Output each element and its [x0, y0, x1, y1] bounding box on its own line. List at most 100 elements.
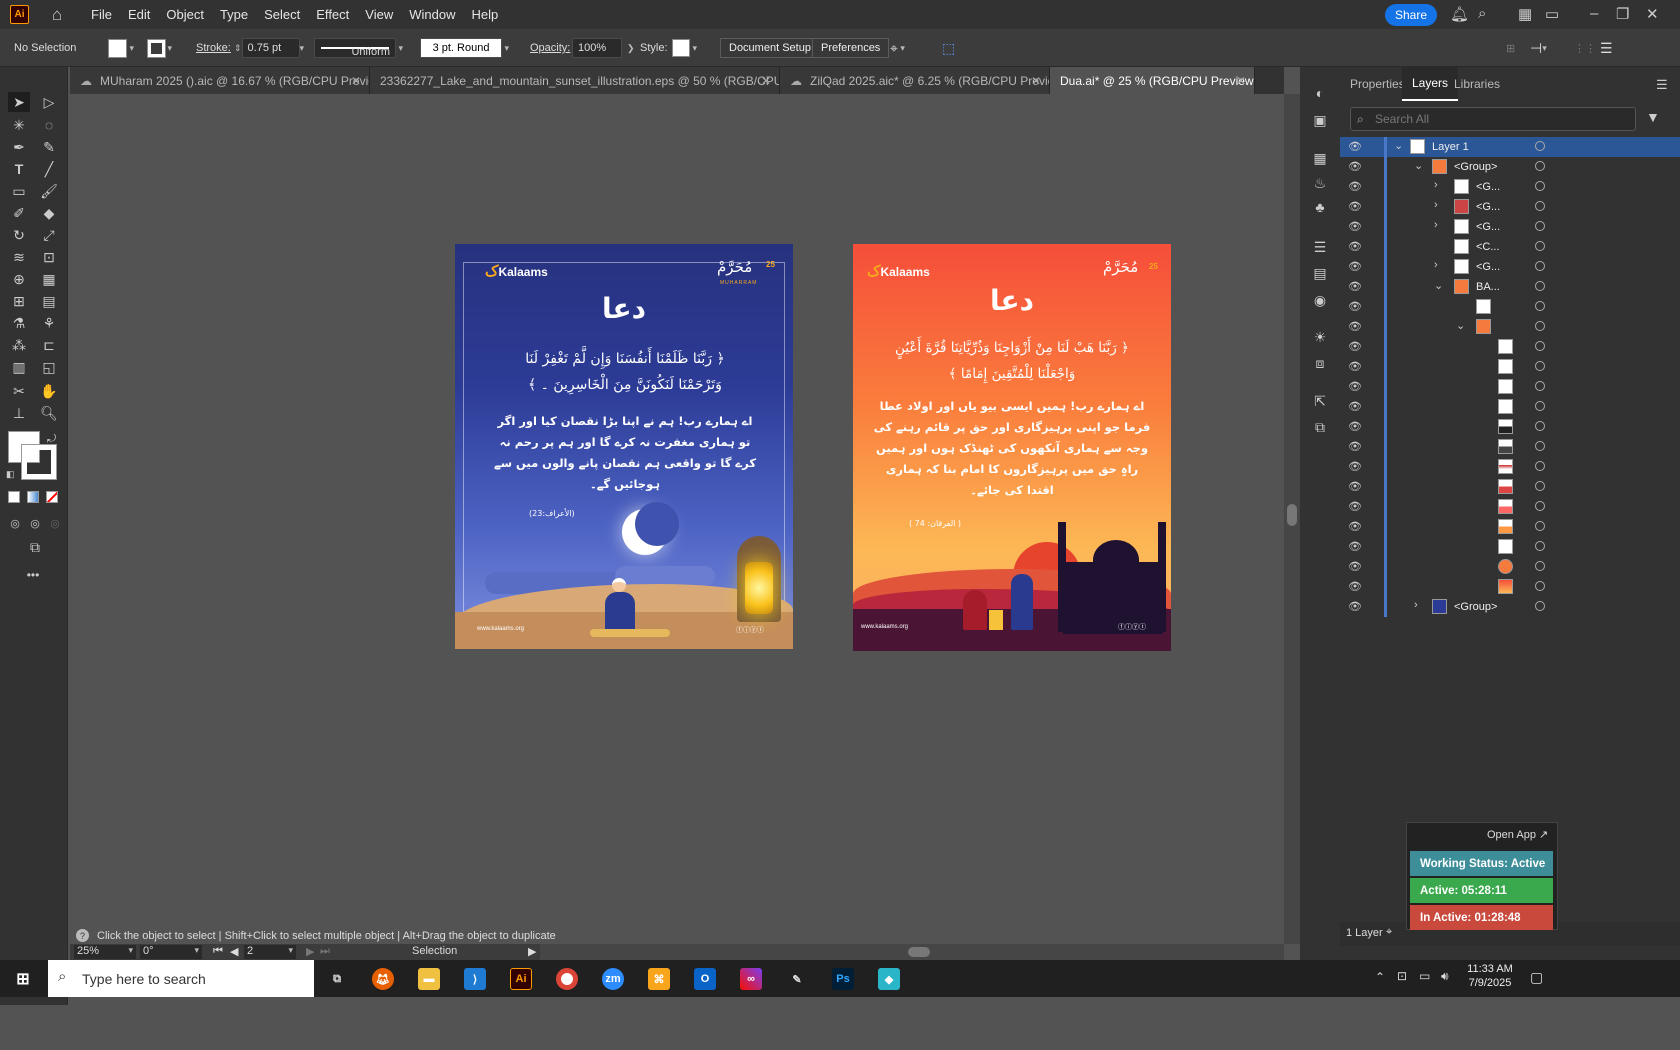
tab-lake-sunset[interactable]: 23362277_Lake_and_mountain_sunset_illust…: [370, 67, 780, 94]
chevron-right-icon[interactable]: ›: [1434, 259, 1438, 271]
symbols-panel-icon[interactable]: ♣: [1312, 199, 1328, 215]
visibility-icon[interactable]: 👁︎: [1348, 380, 1362, 393]
network-icon[interactable]: ▭: [1419, 969, 1430, 983]
layer-row-item[interactable]: 👁︎: [1340, 517, 1680, 537]
line-tool-icon[interactable]: ╱: [38, 159, 60, 179]
layer-row-item[interactable]: 👁︎ ⌄: [1340, 317, 1680, 337]
last-artboard-icon[interactable]: ⏭: [320, 945, 330, 958]
visibility-icon[interactable]: 👁︎: [1348, 420, 1362, 433]
swap-colors-icon[interactable]: ⤾: [47, 433, 56, 446]
type-tool-icon[interactable]: T: [8, 159, 30, 179]
visibility-icon[interactable]: 👁︎: [1348, 240, 1362, 253]
gradient-tool-icon[interactable]: ▤: [38, 291, 60, 311]
clock[interactable]: 11:33 AM 7/9/2025: [1464, 963, 1516, 989]
selection-tool-icon[interactable]: ➤: [8, 92, 30, 112]
opacity-field[interactable]: 100% ❯: [572, 38, 635, 58]
chevron-down-icon[interactable]: ⌄: [1456, 319, 1465, 332]
close-tab-icon[interactable]: ✕: [1236, 74, 1246, 88]
visibility-icon[interactable]: 👁︎: [1348, 480, 1362, 493]
visibility-icon[interactable]: 👁︎: [1348, 200, 1362, 213]
open-app-link[interactable]: Open App ↗: [1487, 828, 1548, 841]
free-transform-tool-icon[interactable]: ⊡: [38, 247, 60, 267]
target-icon[interactable]: [1535, 281, 1545, 291]
brush-definition[interactable]: 3 pt. Round ▾: [420, 38, 509, 58]
visibility-icon[interactable]: 👁︎: [1348, 300, 1362, 313]
menu-type[interactable]: Type: [212, 7, 256, 22]
pen-app-icon[interactable]: ✎: [786, 968, 808, 990]
visibility-icon[interactable]: 👁︎: [1348, 220, 1362, 233]
direct-selection-tool-icon[interactable]: ▷: [38, 92, 60, 112]
menu-effect[interactable]: Effect: [308, 7, 357, 22]
firefox-icon[interactable]: 🦊︎: [372, 968, 394, 990]
export-panel-icon[interactable]: ⇱: [1312, 393, 1328, 409]
scale-tool-icon[interactable]: ⤢: [38, 225, 60, 245]
layer-row-layer1[interactable]: 👁︎ ⌄ Layer 1: [1340, 137, 1680, 157]
status-menu-icon[interactable]: ▶: [528, 945, 536, 958]
visibility-icon[interactable]: 👁︎: [1348, 260, 1362, 273]
menu-object[interactable]: Object: [158, 7, 212, 22]
layer-row-item[interactable]: 👁︎: [1340, 337, 1680, 357]
taskbar-search-input[interactable]: ⌕ Type here to search: [48, 960, 314, 997]
app-icon[interactable]: ◆: [878, 968, 900, 990]
artboard-blue[interactable]: کKalaams مُحَرَّمْ 25 MUHARRAM دعا ﴿ رَب…: [455, 244, 793, 649]
artboard-orange[interactable]: کKalaams مُحَرَّمْ 25 دعا ﴿ رَبَّنَا هَب…: [853, 244, 1171, 651]
first-artboard-icon[interactable]: ⏮: [213, 945, 223, 958]
target-icon[interactable]: [1535, 361, 1545, 371]
windows-start-icon[interactable]: ⊞: [12, 968, 34, 990]
menu-window[interactable]: Window: [401, 7, 463, 22]
shaper-tool-icon[interactable]: ✐: [8, 203, 30, 223]
layer-row-item[interactable]: 👁︎: [1340, 377, 1680, 397]
align-icon[interactable]: ⊞: [1506, 38, 1515, 58]
layer-row-item[interactable]: 👁︎: [1340, 417, 1680, 437]
stroke-weight-field[interactable]: ⇕ 0.75 pt ▾: [234, 38, 304, 58]
rotation-field[interactable]: 0° ▾: [140, 945, 202, 959]
tray-chevron-icon[interactable]: ⌃: [1375, 970, 1385, 984]
chevron-right-icon[interactable]: ›: [1434, 199, 1438, 211]
target-icon[interactable]: [1535, 561, 1545, 571]
visibility-icon[interactable]: 👁︎: [1348, 320, 1362, 333]
menu-select[interactable]: Select: [256, 7, 308, 22]
stroke-swatch[interactable]: ▾: [147, 38, 172, 58]
target-icon[interactable]: [1535, 461, 1545, 471]
zoom-tool-icon[interactable]: 🔍︎: [38, 403, 60, 423]
eyedropper-tool-icon[interactable]: ⚗: [8, 313, 30, 333]
workspace-icon[interactable]: ▦: [1518, 5, 1532, 23]
document-setup-button[interactable]: Document Setup: [720, 38, 820, 58]
panel-menu-icon[interactable]: ☰: [1600, 38, 1613, 58]
horizontal-scrollbar[interactable]: [540, 944, 1284, 960]
distribute-icon[interactable]: ⊣ ▾: [1530, 38, 1547, 58]
perspective-grid-tool-icon[interactable]: ▦: [38, 269, 60, 289]
target-icon[interactable]: [1535, 601, 1545, 611]
default-colors-icon[interactable]: ◧: [6, 469, 15, 480]
layer-name[interactable]: <Group>: [1454, 601, 1497, 613]
screen-mode-icon[interactable]: ⧉: [24, 537, 46, 557]
creative-cloud-icon[interactable]: ∞: [740, 968, 762, 990]
layer-row-item[interactable]: 👁︎: [1340, 357, 1680, 377]
task-view-icon[interactable]: ⧉: [326, 968, 348, 990]
close-tab-icon[interactable]: ✕: [761, 74, 771, 88]
layer-row-sublayer[interactable]: 👁︎ › <G...: [1340, 177, 1680, 197]
close-icon[interactable]: ✕: [1646, 5, 1659, 23]
none-mode-icon[interactable]: [46, 491, 58, 503]
artboards-panel-icon[interactable]: ⧉: [1312, 419, 1328, 435]
isolate-icon[interactable]: ⋮⋮: [1574, 38, 1596, 58]
swatches-panel-icon[interactable]: ▣: [1312, 112, 1328, 128]
illustrator-taskbar-icon[interactable]: Ai: [510, 968, 532, 990]
eraser-tool-icon[interactable]: ◆: [38, 203, 60, 223]
filter-icon[interactable]: ▼: [1646, 109, 1660, 125]
color-panel-icon[interactable]: ◐: [1312, 85, 1328, 101]
appearance-panel-icon[interactable]: ☀: [1312, 329, 1328, 345]
restore-icon[interactable]: ❐: [1616, 5, 1629, 23]
chevron-right-icon[interactable]: ›: [1414, 599, 1418, 611]
visibility-icon[interactable]: 👁︎: [1348, 400, 1362, 413]
target-icon[interactable]: [1535, 341, 1545, 351]
vertical-scrollbar[interactable]: [1284, 94, 1300, 944]
visibility-icon[interactable]: 👁︎: [1348, 500, 1362, 513]
tab-dua[interactable]: Dua.ai* @ 25 % (RGB/CPU Preview) ✕: [1050, 67, 1255, 94]
layer-row-item[interactable]: 👁︎: [1340, 557, 1680, 577]
layer-row-item[interactable]: 👁︎: [1340, 437, 1680, 457]
target-icon[interactable]: [1535, 441, 1545, 451]
vscode-icon[interactable]: ⟩: [464, 968, 486, 990]
mesh-tool-icon[interactable]: ⊞: [8, 291, 30, 311]
target-icon[interactable]: [1535, 241, 1545, 251]
